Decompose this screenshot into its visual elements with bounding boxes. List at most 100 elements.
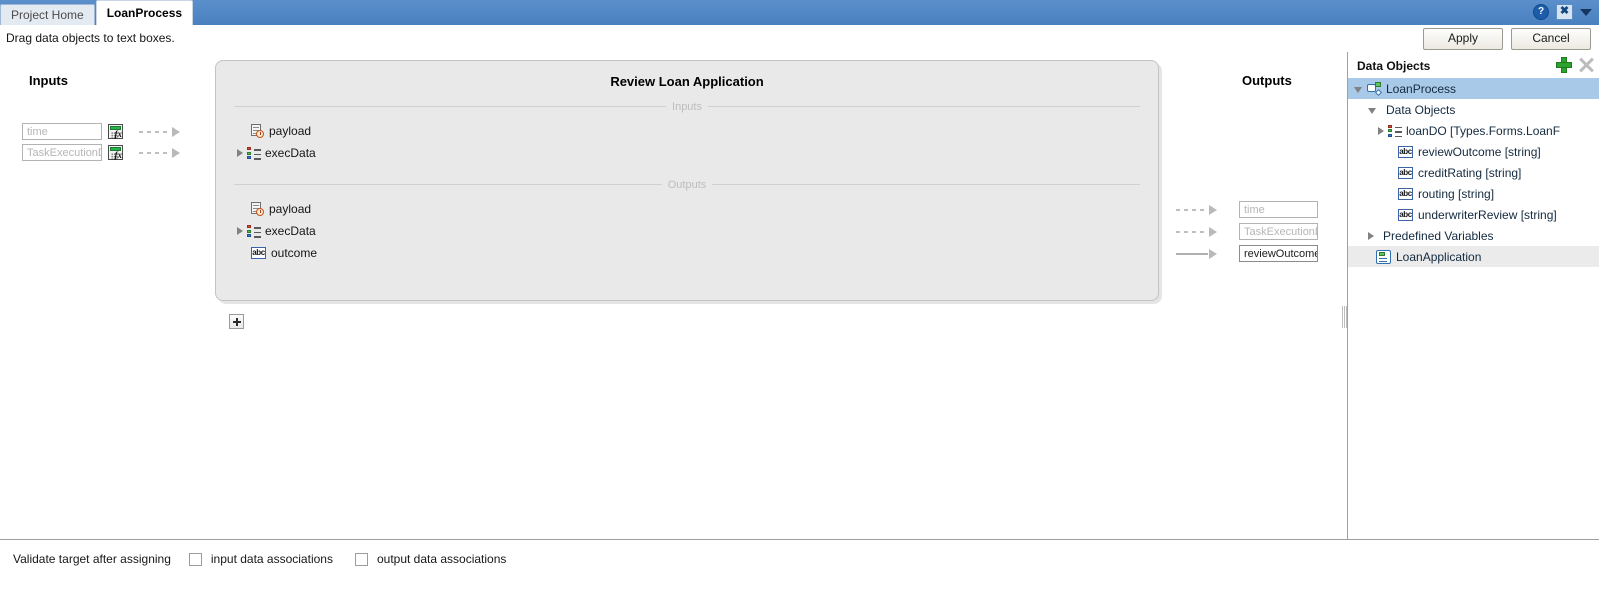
tree-item-label: Data Objects <box>1386 102 1456 117</box>
tree-item-loanprocess[interactable]: LoanProcess <box>1348 78 1599 99</box>
tree-item-reviewoutcome[interactable]: abc reviewOutcome [string] <box>1348 141 1599 162</box>
activity-title: Review Loan Application <box>610 74 764 89</box>
tab-strip: Project Home LoanProcess <box>0 0 194 25</box>
input-time-field[interactable]: time <box>22 123 102 140</box>
twisty-placeholder <box>237 209 247 210</box>
output-connector-taskexecutiondata <box>1176 226 1217 237</box>
expand-twisty-icon[interactable] <box>1378 126 1384 135</box>
payload-icon <box>251 124 264 138</box>
tree-item-label: LoanApplication <box>1396 249 1482 264</box>
collapse-twisty-icon[interactable] <box>1354 86 1362 93</box>
checkbox-output-data-associations[interactable] <box>354 552 368 566</box>
connector-line <box>139 151 171 154</box>
output-taskexecutiondata-field[interactable]: TaskExecutionDat <box>1239 223 1318 240</box>
record-list-icon <box>1388 124 1402 137</box>
dialog-button-row: Apply Cancel <box>1423 28 1591 50</box>
twisty-placeholder <box>1384 151 1394 152</box>
calculator-keys <box>111 132 118 138</box>
tree-item-underwriterreview[interactable]: abc underwriterReview [string] <box>1348 204 1599 225</box>
window-controls: ? ✖ <box>1533 4 1592 20</box>
string-abc-icon: abc <box>1398 166 1413 179</box>
delete-x-icon[interactable] <box>1578 57 1594 73</box>
arrow-head-icon <box>1209 204 1217 215</box>
twisty-placeholder <box>237 131 247 132</box>
tree-item-loanapplication[interactable]: LoanApplication <box>1348 246 1599 267</box>
divider-line-left <box>234 106 667 107</box>
record-list-icon <box>247 225 261 238</box>
expand-twisty-icon[interactable] <box>237 149 243 157</box>
activity-output-outcome[interactable]: abc outcome <box>237 245 317 261</box>
bottom-bar: Validate target after assigning input da… <box>0 539 1599 593</box>
arrow-head-icon <box>1209 226 1217 237</box>
tree-item-loando[interactable]: loanDO [Types.Forms.LoanF <box>1348 120 1599 141</box>
validate-options-row: Validate target after assigning input da… <box>13 552 519 566</box>
checkbox-output-label: output data associations <box>376 552 507 566</box>
hint-message: Drag data objects to text boxes. <box>6 31 175 45</box>
arrow-head-icon <box>172 126 180 137</box>
checkbox-input-data-associations[interactable] <box>188 552 202 566</box>
help-icon[interactable]: ? <box>1533 4 1549 20</box>
list-row-3 <box>247 234 261 238</box>
activity-input-execdata[interactable]: execData <box>237 145 316 161</box>
inputs-section-divider: Inputs <box>234 100 1140 113</box>
string-abc-icon: abc <box>1398 187 1413 200</box>
cancel-button[interactable]: Cancel <box>1511 28 1591 50</box>
output-time-field[interactable]: time <box>1239 201 1318 218</box>
output-connector-reviewoutcome <box>1176 248 1217 259</box>
input-taskexecutiondata-field[interactable]: TaskExecutionDat <box>22 144 102 161</box>
list-row-3 <box>247 156 261 160</box>
expand-twisty-icon[interactable] <box>1368 231 1374 240</box>
string-abc-icon: abc <box>251 247 266 259</box>
tree-item-label: loanDO [Types.Forms.LoanF <box>1406 123 1561 138</box>
add-plus-icon[interactable] <box>1556 57 1572 73</box>
tree-item-label: Predefined Variables <box>1383 228 1494 243</box>
divider-line-right <box>712 184 1140 185</box>
apply-button[interactable]: Apply <box>1423 28 1503 50</box>
twisty-placeholder <box>1384 193 1394 194</box>
tab-project-home[interactable]: Project Home <box>0 4 95 25</box>
item-label: payload <box>269 124 312 138</box>
activity-input-payload[interactable]: payload <box>237 123 311 139</box>
data-objects-panel: Data Objects LoanProcess Data Objects lo… <box>1348 52 1599 539</box>
outputs-section-divider: Outputs <box>234 179 1140 191</box>
output-reviewoutcome-field[interactable]: reviewOutcome <box>1239 245 1318 262</box>
expression-builder-icon[interactable] <box>108 145 123 160</box>
clock-overlay <box>256 130 264 138</box>
hint-bar: Drag data objects to text boxes. Apply C… <box>0 25 1599 53</box>
tree-item-data-objects[interactable]: Data Objects <box>1348 99 1599 120</box>
twisty-placeholder <box>1384 172 1394 173</box>
chevron-down-icon[interactable] <box>1580 8 1592 16</box>
item-label: payload <box>269 202 312 216</box>
expand-twisty-icon[interactable] <box>237 227 243 235</box>
arrow-head-icon <box>1209 248 1217 259</box>
grip-line <box>1346 306 1347 328</box>
calculator-keys <box>111 153 118 159</box>
tree-item-predefined-variables[interactable]: Predefined Variables <box>1348 225 1599 246</box>
connector-line <box>1176 252 1208 255</box>
string-abc-icon: abc <box>1398 208 1413 221</box>
tab-loan-process[interactable]: LoanProcess <box>95 0 194 25</box>
activity-output-payload[interactable]: payload <box>237 201 311 217</box>
expression-builder-icon[interactable] <box>108 124 123 139</box>
tree-item-routing[interactable]: abc routing [string] <box>1348 183 1599 204</box>
tree-item-creditrating[interactable]: abc creditRating [string] <box>1348 162 1599 183</box>
list-row-2 <box>247 229 261 233</box>
activity-panel: Review Loan Application Inputs Outputs p… <box>215 60 1159 301</box>
tree-item-label: creditRating [string] <box>1418 165 1522 180</box>
input-connector-taskexecutiondata <box>139 147 180 158</box>
input-connector-time <box>139 126 180 137</box>
inputs-divider-label: Inputs <box>672 100 702 113</box>
collapse-twisty-icon[interactable] <box>1368 107 1376 114</box>
data-objects-header: Data Objects <box>1348 52 1599 78</box>
inputs-column-title: Inputs <box>29 73 68 88</box>
item-label: outcome <box>271 246 318 260</box>
tree-item-label: routing [string] <box>1418 186 1495 201</box>
connector-line <box>139 130 171 133</box>
twisty-placeholder <box>1384 214 1394 215</box>
close-icon[interactable]: ✖ <box>1556 4 1573 20</box>
proc-badge <box>1375 82 1381 87</box>
clock-overlay <box>256 208 264 216</box>
activity-output-execdata[interactable]: execData <box>237 223 316 239</box>
add-output-button[interactable] <box>229 314 244 329</box>
item-label: execData <box>265 146 316 160</box>
